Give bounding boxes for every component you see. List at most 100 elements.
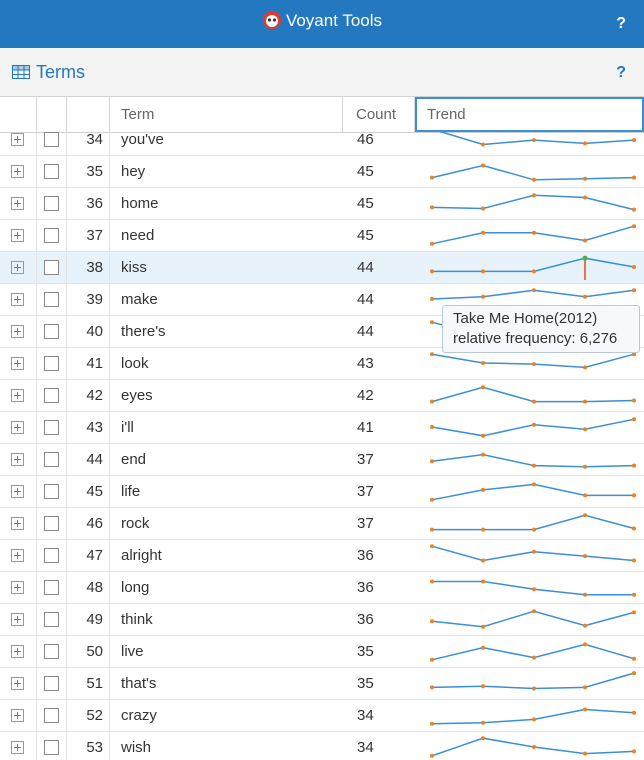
sparkline-point[interactable] xyxy=(481,645,485,650)
sparkline-point[interactable] xyxy=(583,642,587,647)
row-checkbox[interactable] xyxy=(44,612,59,627)
trend-sparkline[interactable] xyxy=(420,668,644,699)
sparkline-point[interactable] xyxy=(532,399,536,404)
sparkline-point[interactable] xyxy=(430,459,434,464)
sparkline-point[interactable] xyxy=(481,230,485,235)
sparkline-point[interactable] xyxy=(481,558,485,563)
row-expander-icon[interactable] xyxy=(11,581,24,594)
table-row[interactable]: 49 think 36 xyxy=(0,604,644,636)
sparkline-point[interactable] xyxy=(583,427,587,432)
sparkline-point[interactable] xyxy=(632,207,636,212)
sparkline-point[interactable] xyxy=(430,269,434,274)
table-row[interactable]: 50 live 35 xyxy=(0,636,644,668)
row-expander-icon[interactable] xyxy=(11,549,24,562)
row-expander-icon[interactable] xyxy=(11,165,24,178)
sparkline-point[interactable] xyxy=(583,195,587,200)
sparkline-point[interactable] xyxy=(532,717,536,722)
sparkline-point[interactable] xyxy=(583,493,587,498)
sparkline-point[interactable] xyxy=(632,526,636,531)
row-checkbox[interactable] xyxy=(44,740,59,755)
row-checkbox[interactable] xyxy=(44,324,59,339)
table-row[interactable]: 35 hey 45 xyxy=(0,156,644,188)
row-checkbox[interactable] xyxy=(44,676,59,691)
table-row[interactable]: 47 alright 36 xyxy=(0,540,644,572)
row-expander-icon[interactable] xyxy=(11,197,24,210)
sparkline-point[interactable] xyxy=(481,487,485,492)
row-checkbox[interactable] xyxy=(44,260,59,275)
header-trend[interactable]: Trend xyxy=(415,97,644,132)
sparkline-point[interactable] xyxy=(532,288,536,293)
sparkline-point[interactable] xyxy=(481,361,485,365)
sparkline-point[interactable] xyxy=(632,656,636,661)
row-checkbox[interactable] xyxy=(44,548,59,563)
sparkline-point[interactable] xyxy=(632,710,636,715)
sparkline-point[interactable] xyxy=(632,175,636,180)
table-row[interactable]: 37 need 45 xyxy=(0,220,644,252)
sparkline-point[interactable] xyxy=(532,655,536,660)
table-row[interactable]: 51 that's 35 xyxy=(0,668,644,700)
sparkline-point[interactable] xyxy=(430,657,434,662)
sparkline-point[interactable] xyxy=(632,610,636,615)
sparkline-point[interactable] xyxy=(481,452,485,457)
sparkline-point[interactable] xyxy=(532,527,536,532)
sparkline-point[interactable] xyxy=(481,163,485,168)
sparkline-point[interactable] xyxy=(430,399,434,404)
sparkline-point[interactable] xyxy=(430,425,434,429)
sparkline-point[interactable] xyxy=(481,385,485,390)
sparkline-point[interactable] xyxy=(481,684,485,689)
sparkline-point[interactable] xyxy=(632,592,636,597)
row-checkbox[interactable] xyxy=(44,580,59,595)
sparkline-point[interactable] xyxy=(632,671,636,676)
sparkline-point[interactable] xyxy=(532,745,536,749)
row-expander-icon[interactable] xyxy=(11,261,24,274)
sparkline-point[interactable] xyxy=(632,558,636,563)
sparkline-point[interactable] xyxy=(583,707,587,712)
trend-sparkline[interactable] xyxy=(420,732,644,760)
sparkline-point[interactable] xyxy=(632,138,636,143)
sparkline-point[interactable] xyxy=(532,587,536,592)
sparkline-point[interactable] xyxy=(430,527,434,532)
table-row[interactable]: 53 wish 34 xyxy=(0,732,644,760)
trend-sparkline[interactable] xyxy=(420,540,644,571)
sparkline-point[interactable] xyxy=(481,294,485,299)
row-expander-icon[interactable] xyxy=(11,389,24,402)
table-row[interactable]: 52 crazy 34 xyxy=(0,700,644,732)
row-expander-icon[interactable] xyxy=(11,741,24,754)
trend-sparkline[interactable] xyxy=(420,252,644,283)
table-row[interactable]: 46 rock 37 xyxy=(0,508,644,540)
sparkline-point[interactable] xyxy=(430,320,434,325)
row-checkbox[interactable] xyxy=(44,164,59,179)
sparkline-point[interactable] xyxy=(481,206,485,211)
trend-sparkline[interactable] xyxy=(420,572,644,603)
sparkline-point[interactable] xyxy=(430,352,434,357)
sparkline-point[interactable] xyxy=(481,579,485,584)
sparkline-point[interactable] xyxy=(532,549,536,554)
trend-sparkline[interactable] xyxy=(420,220,644,251)
sparkline-point[interactable] xyxy=(532,362,536,367)
table-row[interactable]: 36 home 45 xyxy=(0,188,644,220)
sparkline-point[interactable] xyxy=(430,175,434,180)
sparkline-point[interactable] xyxy=(632,265,636,269)
row-checkbox[interactable] xyxy=(44,132,59,147)
sparkline-point[interactable] xyxy=(430,753,434,758)
sparkline-point[interactable] xyxy=(532,422,536,427)
sparkline-point[interactable] xyxy=(430,241,434,246)
sparkline-point[interactable] xyxy=(583,464,587,469)
sparkline-point[interactable] xyxy=(481,720,485,725)
row-expander-icon[interactable] xyxy=(11,357,24,370)
row-checkbox[interactable] xyxy=(44,452,59,467)
header-rank-col[interactable] xyxy=(67,97,110,132)
header-term[interactable]: Term xyxy=(110,97,343,132)
sparkline-point[interactable] xyxy=(532,193,536,198)
row-checkbox[interactable] xyxy=(44,292,59,307)
trend-sparkline[interactable] xyxy=(420,604,644,635)
row-expander-icon[interactable] xyxy=(11,517,24,530)
trend-sparkline[interactable] xyxy=(420,508,644,539)
row-expander-icon[interactable] xyxy=(11,677,24,690)
trend-sparkline[interactable] xyxy=(420,700,644,731)
row-checkbox[interactable] xyxy=(44,196,59,211)
row-checkbox[interactable] xyxy=(44,388,59,403)
row-expander-icon[interactable] xyxy=(11,485,24,498)
sparkline-point[interactable] xyxy=(430,685,434,690)
row-expander-icon[interactable] xyxy=(11,645,24,658)
